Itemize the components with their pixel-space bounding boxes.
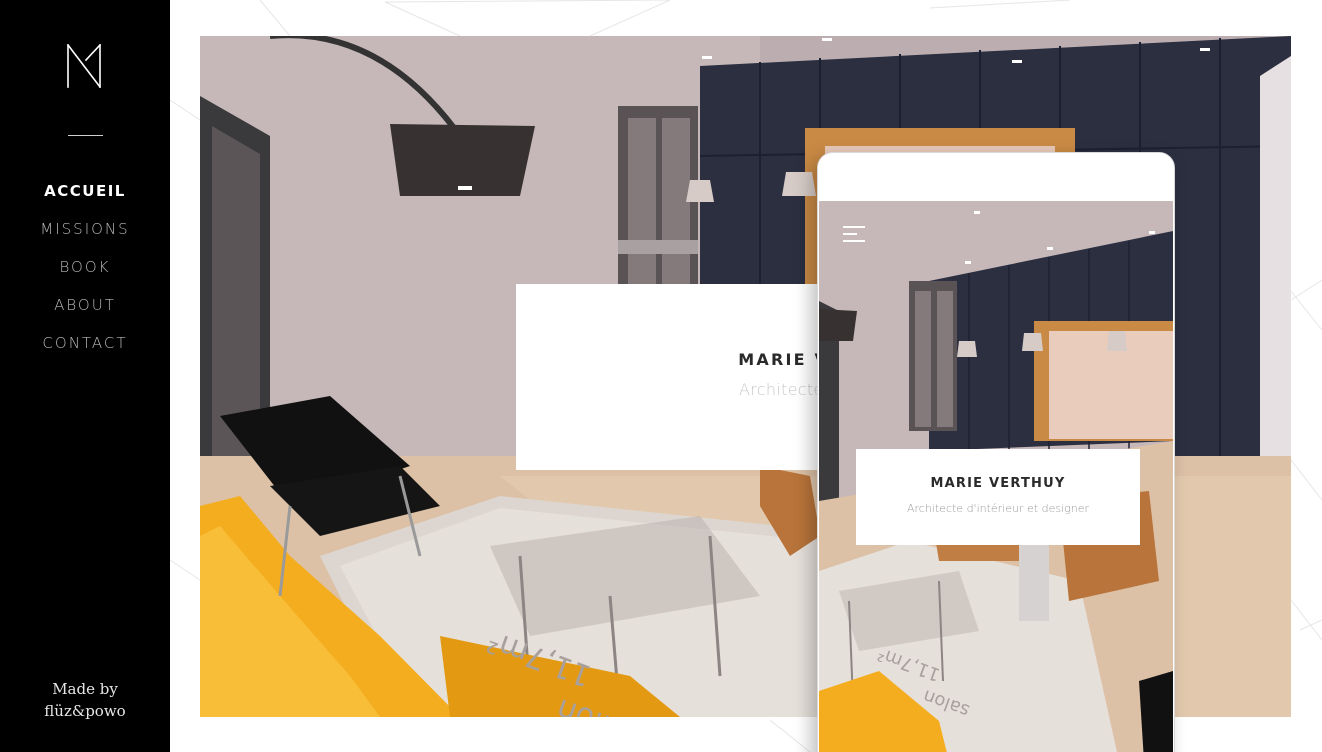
nav-item-book[interactable]: BOOK [0, 254, 170, 292]
nav-item-label[interactable]: ACCUEIL [44, 182, 126, 200]
nav-item-about[interactable]: ABOUT [0, 292, 170, 330]
phone-subtitle: Architecte d'intérieur et designer [906, 502, 1089, 515]
phone-interior-image: salon 11,7m² MARIE VERTHUY Architecte d'… [819, 201, 1173, 752]
credit: Made by flüz&powo [0, 678, 170, 722]
phone-top-bar [818, 153, 1174, 201]
main-nav: ACCUEIL MISSIONS BOOK ABOUT CONTACT [0, 178, 170, 368]
nav-item-label[interactable]: MISSIONS [40, 220, 129, 238]
nav-item-label[interactable]: BOOK [59, 258, 110, 276]
sidebar: ACCUEIL MISSIONS BOOK ABOUT CONTACT Made… [0, 0, 170, 752]
nav-item-accueil[interactable]: ACCUEIL [0, 178, 170, 216]
phone-title: MARIE VERTHUY [930, 476, 1066, 491]
phone-mockup: salon 11,7m² MARIE VERTHUY Architecte d'… [817, 152, 1175, 752]
nav-item-contact[interactable]: CONTACT [0, 330, 170, 368]
nav-item-label[interactable]: CONTACT [42, 334, 127, 352]
phone-title-card: MARIE VERTHUY Architecte d'intérieur et … [856, 449, 1140, 545]
credit-link[interactable]: flüz&powo [0, 700, 170, 722]
credit-line1: Made by [52, 680, 118, 698]
nav-item-label[interactable]: ABOUT [54, 296, 116, 314]
monogram-logo-icon[interactable] [66, 44, 104, 88]
hamburger-menu-icon[interactable] [843, 226, 867, 246]
sidebar-divider [68, 135, 103, 136]
nav-item-missions[interactable]: MISSIONS [0, 216, 170, 254]
